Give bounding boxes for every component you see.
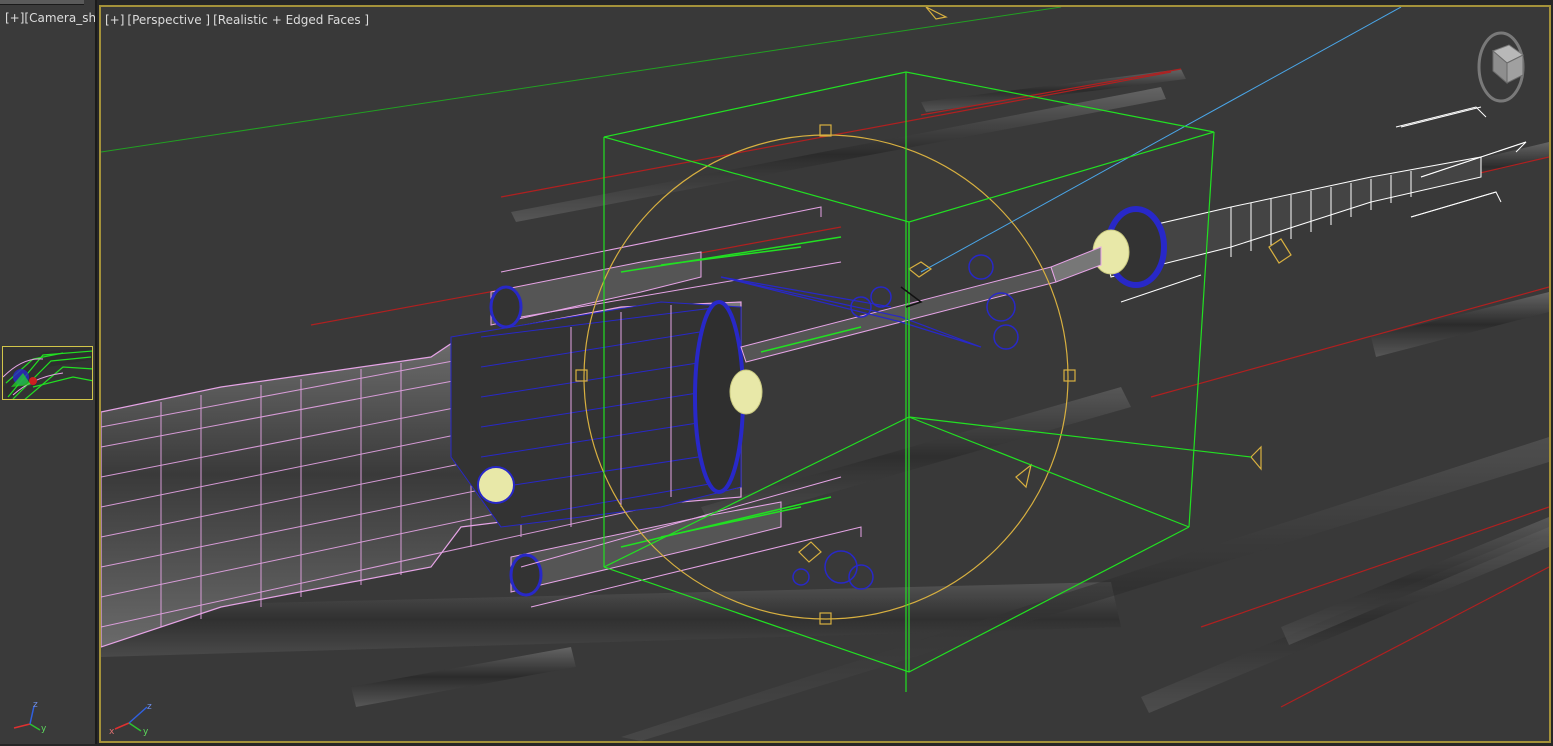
camera-viewport[interactable]: [+][Camera_sho xyxy=(0,0,97,744)
viewport-tab-strip xyxy=(0,0,84,5)
right-white-mesh xyxy=(1050,106,1527,288)
axis-tripod-icon: z y xyxy=(13,700,47,734)
axis-x-label: x xyxy=(109,727,115,737)
axis-y-label: y xyxy=(143,727,149,737)
camera-preview-thumbnail[interactable] xyxy=(2,346,93,400)
camera-icon xyxy=(720,276,982,348)
camera-viewport-label: [+][Camera_sho xyxy=(5,11,95,25)
scene-canvas[interactable] xyxy=(101,7,1549,741)
viewcube-icon[interactable] xyxy=(1475,25,1535,105)
3dsmax-viewport-area: [+][Camera_sho xyxy=(0,0,1553,746)
perspective-viewport-label: [+] [Perspective ] [Realistic + Edged Face… xyxy=(105,13,372,27)
viewport-shading-menu[interactable]: [Realistic + Edged Faces ] xyxy=(213,13,369,27)
viewport-point-of-view-menu[interactable]: [Perspective ] xyxy=(127,13,210,27)
axis-z-label: z xyxy=(147,702,152,712)
viewport-camera-menu[interactable]: [Camera_sho xyxy=(24,11,95,25)
blue-cylinder xyxy=(450,300,763,528)
axis-y-label: y xyxy=(41,724,47,734)
viewport-plus-menu[interactable]: [+] xyxy=(5,11,24,25)
viewport-plus-menu[interactable]: [+] xyxy=(105,13,124,27)
center-rod xyxy=(740,266,1057,363)
perspective-viewport[interactable]: [+] [Perspective ] [Realistic + Edged Face… xyxy=(99,5,1551,743)
axis-tripod-icon: z y x xyxy=(109,702,152,737)
axis-z-label: z xyxy=(33,700,38,710)
